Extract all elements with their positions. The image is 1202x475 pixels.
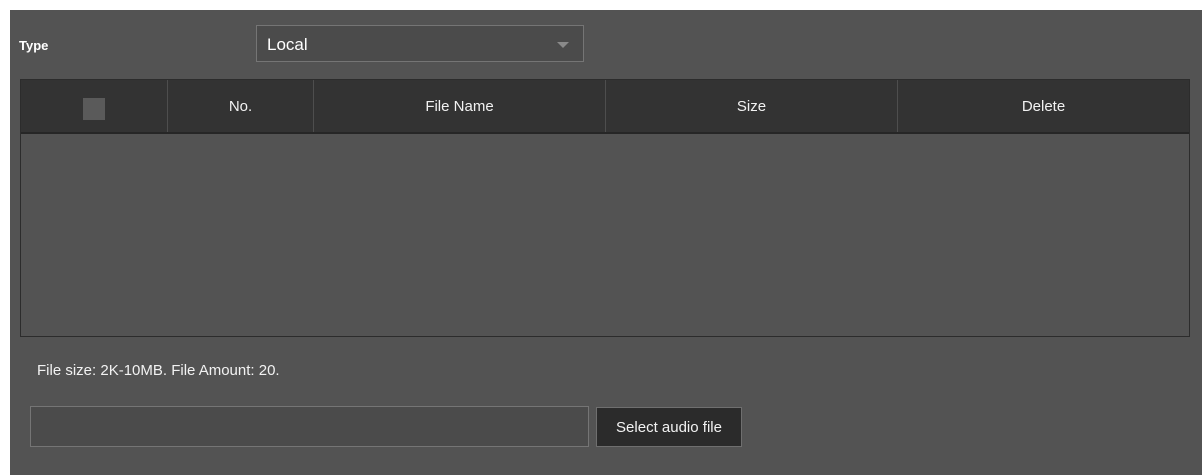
- column-header-delete: Delete: [1021, 97, 1066, 115]
- column-header-no: No.: [168, 80, 314, 132]
- audio-file-table: No. File Name Size Delete: [20, 79, 1190, 337]
- select-audio-file-button[interactable]: Select audio file: [596, 407, 742, 447]
- column-header-file-name: File Name: [314, 80, 606, 132]
- file-limit-hint: File size: 2K-10MB. File Amount: 20.: [37, 362, 280, 379]
- chevron-down-icon: [557, 42, 569, 48]
- table-header: No. File Name Size Delete: [21, 80, 1189, 134]
- type-dropdown[interactable]: Local: [256, 25, 584, 62]
- file-path-input[interactable]: [30, 406, 589, 447]
- type-dropdown-value: Local: [267, 35, 308, 54]
- type-label: Type: [19, 38, 49, 53]
- select-all-checkbox[interactable]: [83, 98, 105, 120]
- header-select-all-cell: [21, 80, 168, 132]
- table-body: [21, 134, 1189, 336]
- column-header-size: Size: [606, 80, 898, 132]
